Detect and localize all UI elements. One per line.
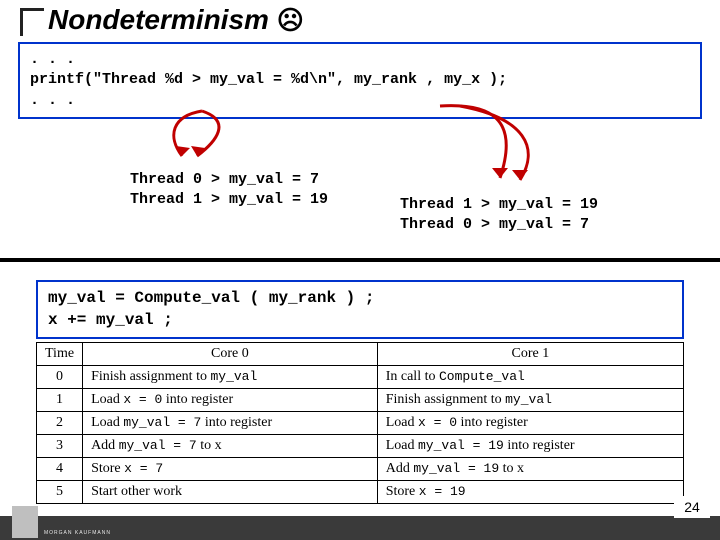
title-text: Nondeterminism <box>48 4 269 35</box>
publisher-logo <box>12 506 38 538</box>
code-line: my_val = Compute_val ( my_rank ) ; <box>48 289 374 307</box>
code-line: . . . <box>30 51 75 68</box>
output-order-1: Thread 0 > my_val = 7 Thread 1 > my_val … <box>130 170 328 211</box>
cell-time: 2 <box>37 412 83 435</box>
cell-core0: Finish assignment to my_val <box>83 366 378 389</box>
table-row: 0Finish assignment to my_valIn call to C… <box>37 366 684 389</box>
cell-core0: Load my_val = 7 into register <box>83 412 378 435</box>
cell-time: 0 <box>37 366 83 389</box>
table-header-row: Time Core 0 Core 1 <box>37 343 684 366</box>
code-line: printf("Thread %d > my_val = %d\n", my_r… <box>30 71 507 88</box>
code-line: x += my_val ; <box>48 311 173 329</box>
cell-time: 1 <box>37 389 83 412</box>
cell-core0: Store x = 7 <box>83 458 378 481</box>
output-order-2: Thread 1 > my_val = 19 Thread 0 > my_val… <box>400 195 598 236</box>
corner-rule <box>20 8 44 36</box>
output-line: Thread 1 > my_val = 19 <box>400 196 598 213</box>
table-row: 4Store x = 7Add my_val = 19 to x <box>37 458 684 481</box>
table-row: 1Load x = 0 into registerFinish assignme… <box>37 389 684 412</box>
schedule-table: Time Core 0 Core 1 0Finish assignment to… <box>36 342 684 504</box>
cell-core1: Add my_val = 19 to x <box>377 458 683 481</box>
table-row: 2Load my_val = 7 into registerLoad x = 0… <box>37 412 684 435</box>
cell-core0: Load x = 0 into register <box>83 389 378 412</box>
cell-core1: Finish assignment to my_val <box>377 389 683 412</box>
output-line: Thread 0 > my_val = 7 <box>130 171 319 188</box>
publisher-name: MORGAN KAUFMANN <box>44 530 111 536</box>
code-block-compute: my_val = Compute_val ( my_rank ) ; x += … <box>36 280 684 339</box>
cell-core1: Load x = 0 into register <box>377 412 683 435</box>
col-time: Time <box>37 343 83 366</box>
col-core1: Core 1 <box>377 343 683 366</box>
horizontal-divider <box>0 258 720 262</box>
sad-face-icon: ☹ <box>277 5 304 35</box>
cell-core0: Start other work <box>83 481 378 504</box>
footer-bar <box>0 516 720 540</box>
cell-core1: Load my_val = 19 into register <box>377 435 683 458</box>
cell-core1: Store x = 19 <box>377 481 683 504</box>
code-line: . . . <box>30 92 75 109</box>
table-row: 3Add my_val = 7 to xLoad my_val = 19 int… <box>37 435 684 458</box>
cell-time: 4 <box>37 458 83 481</box>
output-line: Thread 1 > my_val = 19 <box>130 191 328 208</box>
cell-time: 3 <box>37 435 83 458</box>
output-line: Thread 0 > my_val = 7 <box>400 216 589 233</box>
col-core0: Core 0 <box>83 343 378 366</box>
cell-core1: In call to Compute_val <box>377 366 683 389</box>
cell-time: 5 <box>37 481 83 504</box>
page-number: 24 <box>674 496 710 518</box>
page-title: Nondeterminism ☹ <box>48 4 304 36</box>
code-block-printf: . . . printf("Thread %d > my_val = %d\n"… <box>18 42 702 119</box>
table-row: 5Start other workStore x = 19 <box>37 481 684 504</box>
schedule-table-wrap: Time Core 0 Core 1 0Finish assignment to… <box>36 342 684 504</box>
cell-core0: Add my_val = 7 to x <box>83 435 378 458</box>
